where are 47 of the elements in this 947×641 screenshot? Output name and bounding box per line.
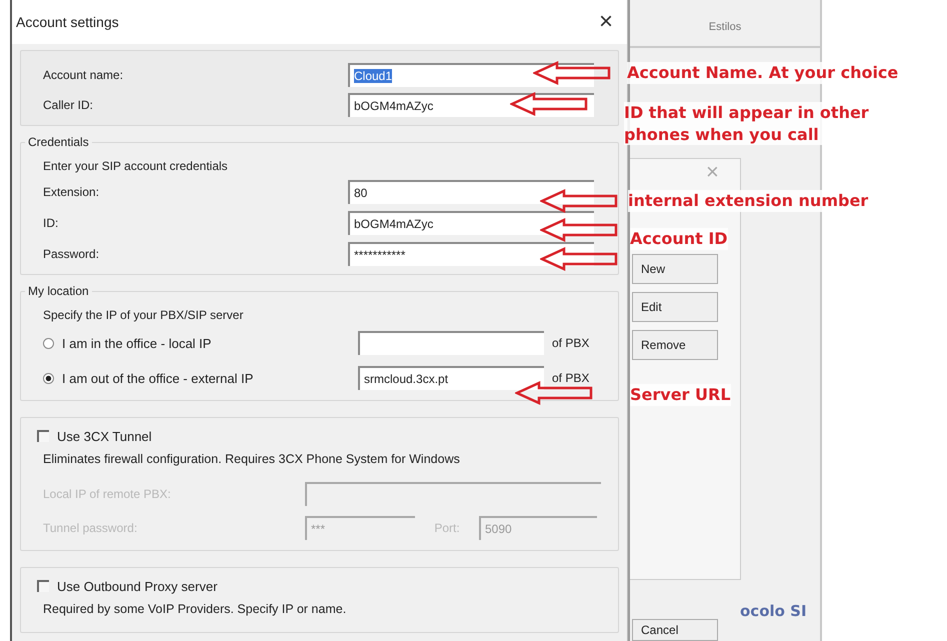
arrow-icon <box>540 218 618 242</box>
arrow-icon <box>510 92 588 116</box>
checkbox[interactable] <box>37 580 49 592</box>
input-field[interactable]: bOGM4mAZyc <box>348 93 594 117</box>
button[interactable]: Cancel <box>632 619 718 641</box>
radio-label: I am out of the office - external IP <box>62 370 254 386</box>
annotation-text: internal extension number <box>628 190 868 212</box>
field-label: Tunnel password: <box>43 521 138 535</box>
field-label: Local IP of remote PBX: <box>43 487 172 501</box>
checkbox-label[interactable]: Use Outbound Proxy server <box>57 578 218 594</box>
link-text[interactable]: ocolo SI <box>740 602 807 620</box>
arrow-icon <box>533 61 611 85</box>
input-field[interactable]: *********** <box>348 242 594 266</box>
annotation-text: Server URL <box>630 384 731 406</box>
group-title: My location <box>25 284 92 298</box>
field-label: Account name: <box>43 68 124 82</box>
button[interactable]: Remove <box>632 330 718 360</box>
field-label: Caller ID: <box>43 98 94 112</box>
hint-text: Required by some VoIP Providers. Specify IP or name. <box>43 602 348 616</box>
arrow-icon <box>515 381 593 405</box>
panel-header: Estilos <box>630 8 820 48</box>
input-field[interactable]: Cloud1 <box>348 63 594 87</box>
arrow-icon <box>540 189 618 213</box>
close-icon[interactable]: × <box>598 10 613 34</box>
group-title: Credentials <box>25 135 92 149</box>
hint-text: Enter your SIP account credentials <box>43 159 229 173</box>
radio-button[interactable] <box>43 338 54 348</box>
radio-label: I am in the office - local IP <box>62 336 212 350</box>
radio-button[interactable] <box>43 372 54 384</box>
suffix-text: of PBX <box>552 336 590 350</box>
input-field[interactable]: srmcloud.3cx.pt <box>358 366 544 390</box>
field-label: ID: <box>43 216 60 230</box>
button[interactable]: New <box>632 254 718 284</box>
input-field[interactable]: bOGM4mAZyc <box>348 211 594 235</box>
annotation-text: Account ID <box>630 228 728 250</box>
input-field[interactable]: 80 <box>348 180 594 204</box>
field-label: Password: <box>43 247 100 261</box>
button[interactable]: Edit <box>632 292 718 322</box>
arrow-icon <box>540 247 618 271</box>
input-field[interactable] <box>358 331 544 355</box>
hint-text: Eliminates firewall configuration. Requires 3CX Phone System for Windows <box>43 452 461 466</box>
annotation-text: Account Name. At your choice <box>627 62 898 84</box>
hint-text: Specify the IP of your PBX/SIP server <box>43 308 244 322</box>
field-label: Port: <box>433 521 461 535</box>
window-title: Account settings <box>16 14 119 30</box>
field-label: Extension: <box>43 185 100 199</box>
suffix-text: of PBX <box>552 371 590 385</box>
